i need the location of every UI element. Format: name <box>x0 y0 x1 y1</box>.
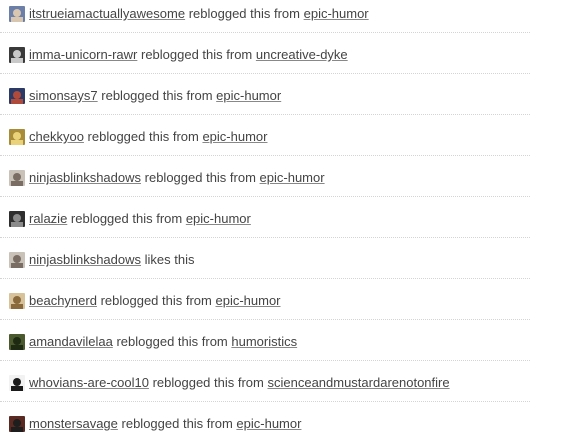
note-item: whovians-are-cool10 reblogged this from … <box>0 361 530 402</box>
avatar[interactable] <box>9 293 25 309</box>
avatar[interactable] <box>9 47 25 63</box>
note-source-link[interactable]: epic-humor <box>216 88 281 103</box>
note-text: itstrueiamactuallyawesome reblogged this… <box>29 6 369 22</box>
note-source-link[interactable]: epic-humor <box>304 6 369 21</box>
note-item: itstrueiamactuallyawesome reblogged this… <box>0 0 530 33</box>
avatar[interactable] <box>9 375 25 391</box>
note-user-link[interactable]: ninjasblinkshadows <box>29 252 141 267</box>
note-text: monstersavage reblogged this from epic-h… <box>29 416 301 432</box>
note-action: reblogged this from <box>144 170 256 185</box>
note-text: ninjasblinkshadows likes this <box>29 252 195 268</box>
avatar[interactable] <box>9 334 25 350</box>
note-action: reblogged this from <box>70 211 183 226</box>
note-text: imma-unicorn-rawr reblogged this from un… <box>29 47 348 63</box>
note-user-link[interactable]: whovians-are-cool10 <box>29 375 149 390</box>
note-action: reblogged this from <box>140 47 253 62</box>
note-text: ralazie reblogged this from epic-humor <box>29 211 251 227</box>
note-user-link[interactable]: amandavilelaa <box>29 334 113 349</box>
note-user-link[interactable]: ralazie <box>29 211 67 226</box>
avatar[interactable] <box>9 170 25 186</box>
note-action: likes this <box>144 252 195 267</box>
note-item: imma-unicorn-rawr reblogged this from un… <box>0 33 530 74</box>
note-action: reblogged this from <box>100 293 212 308</box>
note-action: reblogged this from <box>116 334 228 349</box>
note-user-link[interactable]: monstersavage <box>29 416 118 431</box>
note-text: simonsays7 reblogged this from epic-humo… <box>29 88 281 104</box>
note-item: simonsays7 reblogged this from epic-humo… <box>0 74 530 115</box>
note-user-link[interactable]: beachynerd <box>29 293 97 308</box>
note-user-link[interactable]: simonsays7 <box>29 88 98 103</box>
note-action: reblogged this from <box>121 416 233 431</box>
note-action: reblogged this from <box>87 129 199 144</box>
note-item: ninjasblinkshadows reblogged this from e… <box>0 156 530 197</box>
note-source-link[interactable]: epic-humor <box>215 293 280 308</box>
note-user-link[interactable]: itstrueiamactuallyawesome <box>29 6 185 21</box>
note-source-link[interactable]: epic-humor <box>202 129 267 144</box>
note-source-link[interactable]: epic-humor <box>186 211 251 226</box>
note-item-like: ninjasblinkshadows likes this <box>0 238 530 279</box>
note-source-link[interactable]: epic-humor <box>260 170 325 185</box>
note-action: reblogged this from <box>152 375 264 390</box>
avatar[interactable] <box>9 211 25 227</box>
avatar[interactable] <box>9 6 25 22</box>
note-user-link[interactable]: chekkyoo <box>29 129 84 144</box>
note-text: whovians-are-cool10 reblogged this from … <box>29 375 450 391</box>
avatar[interactable] <box>9 88 25 104</box>
avatar[interactable] <box>9 252 25 268</box>
note-text: ninjasblinkshadows reblogged this from e… <box>29 170 325 186</box>
note-item: chekkyoo reblogged this from epic-humor <box>0 115 530 156</box>
note-source-link[interactable]: humoristics <box>231 334 297 349</box>
note-action: reblogged this from <box>101 88 213 103</box>
note-item: amandavilelaa reblogged this from humori… <box>0 320 530 361</box>
avatar[interactable] <box>9 129 25 145</box>
note-source-link[interactable]: epic-humor <box>236 416 301 431</box>
note-text: chekkyoo reblogged this from epic-humor <box>29 129 267 145</box>
note-item: beachynerd reblogged this from epic-humo… <box>0 279 530 320</box>
note-action: reblogged this from <box>188 6 300 21</box>
note-source-link[interactable]: uncreative-dyke <box>256 47 348 62</box>
note-item: ralazie reblogged this from epic-humor <box>0 197 530 238</box>
note-text: beachynerd reblogged this from epic-humo… <box>29 293 281 309</box>
note-source-link[interactable]: scienceandmustardarenotonfire <box>267 375 449 390</box>
note-user-link[interactable]: ninjasblinkshadows <box>29 170 141 185</box>
note-text: amandavilelaa reblogged this from humori… <box>29 334 297 350</box>
avatar[interactable] <box>9 416 25 432</box>
note-user-link[interactable]: imma-unicorn-rawr <box>29 47 137 62</box>
